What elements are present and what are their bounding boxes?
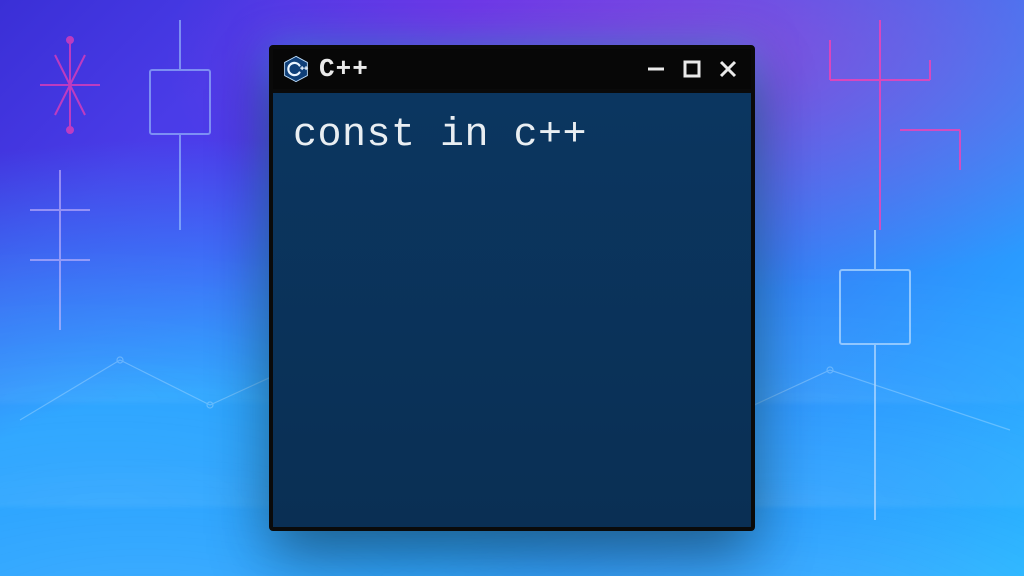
window-content: const in c++: [273, 93, 751, 527]
terminal-window: C++ const in c++: [269, 45, 755, 531]
window-controls: [643, 56, 741, 82]
window-title: C++: [319, 54, 369, 84]
minimize-button[interactable]: [643, 56, 669, 82]
title-left: C++: [281, 54, 369, 84]
headline-text: const in c++: [293, 111, 731, 161]
maximize-button[interactable]: [679, 56, 705, 82]
banner-background: C++ const in c++: [0, 0, 1024, 576]
cpp-hex-icon: [281, 54, 311, 84]
close-button[interactable]: [715, 56, 741, 82]
titlebar[interactable]: C++: [273, 49, 751, 93]
